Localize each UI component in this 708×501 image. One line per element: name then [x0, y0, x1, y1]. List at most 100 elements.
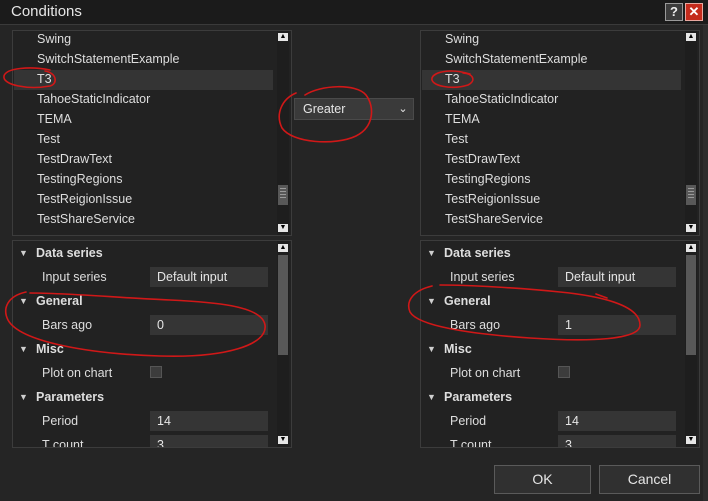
category-label: General: [444, 294, 491, 308]
scroll-thumb[interactable]: [686, 255, 696, 355]
list-item[interactable]: Swing: [445, 31, 479, 50]
triangle-down-icon[interactable]: ▼: [427, 337, 436, 361]
category-general[interactable]: ▼ General: [13, 289, 279, 313]
property-label: T count: [42, 438, 84, 448]
property-label: T count: [450, 438, 492, 448]
list-item-selected[interactable]: T3: [422, 70, 681, 90]
property-label: Plot on chart: [42, 366, 113, 380]
arrow-down-icon[interactable]: ▼: [686, 436, 696, 444]
grip-icon: [280, 188, 286, 198]
input-series-value[interactable]: Default input: [150, 267, 268, 287]
list-item[interactable]: TestDrawText: [37, 150, 112, 170]
category-data-series[interactable]: ▼ Data series: [13, 241, 279, 265]
list-item[interactable]: TahoeStaticIndicator: [445, 90, 558, 110]
triangle-down-icon[interactable]: ▼: [19, 241, 28, 265]
property-label: Bars ago: [450, 318, 501, 332]
category-parameters[interactable]: ▼ Parameters: [421, 385, 687, 409]
bars-ago-input[interactable]: 1: [558, 315, 676, 335]
property-label: Plot on chart: [450, 366, 521, 380]
ok-button[interactable]: OK: [494, 465, 591, 494]
list-item[interactable]: TestShareService: [37, 210, 135, 230]
cancel-button[interactable]: Cancel: [599, 465, 700, 494]
property-plot-on-chart: Plot on chart: [421, 361, 687, 385]
property-label: Input series: [42, 270, 107, 284]
left-list-scrollbar[interactable]: ▲ ▼: [277, 31, 289, 235]
list-item[interactable]: Test: [445, 130, 468, 150]
category-parameters[interactable]: ▼ Parameters: [13, 385, 279, 409]
list-item[interactable]: TestReigionIssue: [445, 190, 540, 210]
triangle-down-icon[interactable]: ▼: [427, 385, 436, 409]
left-indicator-list[interactable]: Swing SwitchStatementExample T3 TahoeSta…: [12, 30, 292, 236]
t-count-input[interactable]: 3: [558, 435, 676, 447]
property-plot-on-chart: Plot on chart: [13, 361, 279, 385]
list-item[interactable]: SwitchStatementExample: [445, 50, 587, 70]
scroll-thumb[interactable]: [278, 255, 288, 355]
property-bars-ago: Bars ago 1: [421, 313, 687, 337]
arrow-up-icon[interactable]: ▲: [278, 244, 288, 252]
category-misc[interactable]: ▼ Misc: [421, 337, 687, 361]
scroll-thumb[interactable]: [686, 185, 696, 205]
period-input[interactable]: 14: [150, 411, 268, 431]
right-indicator-list[interactable]: Swing SwitchStatementExample T3 TahoeSta…: [420, 30, 700, 236]
close-button[interactable]: ✕: [685, 3, 703, 21]
right-list-scrollbar[interactable]: ▲ ▼: [685, 31, 697, 235]
triangle-down-icon[interactable]: ▼: [427, 241, 436, 265]
arrow-down-icon[interactable]: ▼: [278, 224, 288, 232]
window-title: Conditions: [11, 3, 82, 20]
plot-on-chart-checkbox[interactable]: [150, 366, 162, 378]
triangle-down-icon[interactable]: ▼: [19, 385, 28, 409]
list-item[interactable]: TestingRegions: [445, 170, 530, 190]
category-general[interactable]: ▼ General: [421, 289, 687, 313]
category-label: Parameters: [444, 390, 513, 404]
plot-on-chart-checkbox[interactable]: [558, 366, 570, 378]
category-misc[interactable]: ▼ Misc: [13, 337, 279, 361]
list-item[interactable]: TahoeStaticIndicator: [37, 90, 150, 110]
operator-dropdown[interactable]: Greater ⌄: [294, 98, 414, 120]
help-button[interactable]: ?: [665, 3, 683, 21]
scroll-thumb[interactable]: [278, 185, 288, 205]
category-label: Data series: [444, 246, 511, 260]
list-item[interactable]: TEMA: [445, 110, 480, 130]
triangle-down-icon[interactable]: ▼: [19, 337, 28, 361]
bars-ago-input[interactable]: 0: [150, 315, 268, 335]
property-input-series: Input series Default input: [421, 265, 687, 289]
grip-icon: [688, 188, 694, 198]
operator-value: Greater: [303, 102, 346, 116]
category-label: Parameters: [36, 390, 105, 404]
arrow-down-icon[interactable]: ▼: [686, 224, 696, 232]
list-item[interactable]: SwitchStatementExample: [37, 50, 179, 70]
property-period: Period 14: [421, 409, 687, 433]
list-item[interactable]: TestShareService: [445, 210, 543, 230]
left-grid-scrollbar[interactable]: ▲ ▼: [277, 241, 289, 447]
list-item[interactable]: TestReigionIssue: [37, 190, 132, 210]
triangle-down-icon[interactable]: ▼: [427, 289, 436, 313]
triangle-down-icon[interactable]: ▼: [19, 289, 28, 313]
list-item[interactable]: TEMA: [37, 110, 72, 130]
property-t-count: T count 3: [421, 433, 687, 448]
period-input[interactable]: 14: [558, 411, 676, 431]
list-item[interactable]: TestDrawText: [445, 150, 520, 170]
arrow-up-icon[interactable]: ▲: [686, 33, 696, 41]
category-label: Misc: [36, 342, 64, 356]
property-label: Input series: [450, 270, 515, 284]
list-item[interactable]: Swing: [37, 31, 71, 50]
t-count-input[interactable]: 3: [150, 435, 268, 447]
list-item[interactable]: TestingRegions: [37, 170, 122, 190]
window-edge: [703, 25, 708, 501]
left-property-grid: ▼ Data series Input series Default input…: [12, 240, 292, 448]
chevron-down-icon[interactable]: ⌄: [396, 100, 410, 118]
list-item-selected[interactable]: T3: [14, 70, 273, 90]
property-bars-ago: Bars ago 0: [13, 313, 279, 337]
property-t-count: T count 3: [13, 433, 279, 448]
right-grid-scrollbar[interactable]: ▲ ▼: [685, 241, 697, 447]
input-series-value[interactable]: Default input: [558, 267, 676, 287]
arrow-down-icon[interactable]: ▼: [278, 436, 288, 444]
category-label: Data series: [36, 246, 103, 260]
category-data-series[interactable]: ▼ Data series: [421, 241, 687, 265]
arrow-up-icon[interactable]: ▲: [686, 244, 696, 252]
list-item[interactable]: Test: [37, 130, 60, 150]
category-label: Misc: [444, 342, 472, 356]
property-label: Period: [450, 414, 487, 428]
arrow-up-icon[interactable]: ▲: [278, 33, 288, 41]
title-bar: Conditions ? ✕: [0, 0, 708, 25]
